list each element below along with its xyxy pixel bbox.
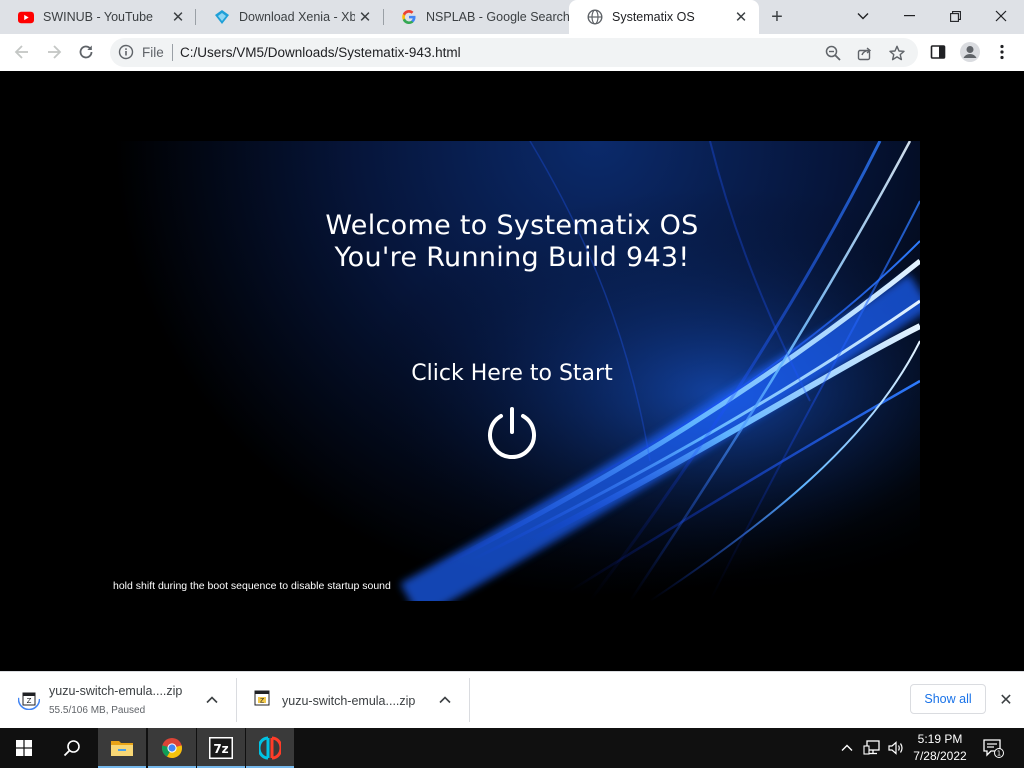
chevron-up-icon[interactable] — [204, 692, 220, 708]
svg-text:Z: Z — [27, 697, 32, 705]
tab-title: Systematix OS — [612, 10, 695, 24]
new-tab-button[interactable]: + — [765, 6, 789, 28]
profile-avatar-icon[interactable] — [956, 38, 984, 66]
start-icon[interactable] — [0, 728, 48, 768]
globe-icon — [587, 9, 603, 25]
notifications-icon[interactable]: 1 — [980, 728, 1006, 768]
url-text[interactable]: C:/Users/VM5/Downloads/Systematix-943.ht… — [180, 45, 461, 60]
tab-youtube[interactable]: SWINUB - YouTube ✕ — [0, 0, 196, 34]
address-bar[interactable]: File C:/Users/VM5/Downloads/Systematix-9… — [110, 38, 918, 67]
clock-time: 5:19 PM — [917, 732, 963, 746]
clock-date: 7/28/2022 — [913, 749, 967, 763]
side-panel-icon[interactable] — [924, 38, 952, 66]
youtube-icon — [18, 9, 34, 25]
download-item[interactable]: Z yuzu-switch-emula....zip — [237, 672, 469, 729]
browser-toolbar: File C:/Users/VM5/Downloads/Systematix-9… — [0, 34, 1024, 72]
browser-tab-strip: SWINUB - YouTube ✕ Download Xenia - Xbox… — [0, 0, 1024, 34]
restore-button[interactable] — [932, 0, 978, 32]
welcome-line-2: You're Running Build 943! — [334, 242, 690, 273]
tab-close-icon[interactable]: ✕ — [731, 7, 751, 27]
scheme-label: File — [142, 45, 164, 60]
google-icon — [401, 9, 417, 25]
download-item[interactable]: Z yuzu-switch-emula....zip 55.5/106 MB, … — [0, 672, 236, 729]
yuzu-icon[interactable] — [246, 728, 294, 768]
tab-systematix[interactable]: Systematix OS ✕ — [569, 0, 759, 34]
notification-count: 1 — [997, 750, 1001, 758]
minimize-button[interactable] — [886, 0, 932, 32]
chevron-up-icon[interactable] — [437, 692, 453, 708]
download-filename: yuzu-switch-emula....zip — [282, 694, 416, 708]
address-divider — [172, 44, 173, 61]
tab-title: NSPLAB - Google Search — [426, 10, 569, 24]
search-icon[interactable] — [48, 728, 96, 768]
download-bar: Z yuzu-switch-emula....zip 55.5/106 MB, … — [0, 671, 1024, 729]
zip-archive-icon: Z — [17, 687, 41, 711]
tab-close-icon[interactable]: ✕ — [355, 7, 375, 27]
7zip-icon[interactable]: 7z — [197, 728, 245, 768]
svg-text:Z: Z — [260, 698, 264, 705]
forward-button[interactable] — [40, 38, 68, 66]
tab-title: Download Xenia - Xbox — [239, 10, 355, 24]
close-window-button[interactable] — [978, 0, 1024, 32]
download-status: 55.5/106 MB, Paused — [49, 705, 146, 716]
welcome-heading: Welcome to Systematix OS You're Running … — [0, 210, 1024, 274]
tab-title: SWINUB - YouTube — [43, 10, 154, 24]
tray-chevron-up-icon[interactable] — [838, 728, 856, 768]
windows-taskbar: 7z 5:19 PM 7/28/2022 1 — [0, 728, 1024, 768]
close-icon[interactable]: ✕ — [996, 690, 1016, 710]
menu-kebab-icon[interactable] — [988, 38, 1016, 66]
network-icon[interactable] — [860, 728, 884, 768]
reload-button[interactable] — [72, 38, 100, 66]
xenia-icon — [214, 9, 230, 25]
chrome-icon[interactable] — [148, 728, 196, 768]
tab-close-icon[interactable]: ✕ — [168, 7, 188, 27]
tab-google[interactable]: NSPLAB - Google Search — [383, 0, 569, 34]
7zip-label: 7z — [213, 742, 228, 756]
info-icon[interactable] — [118, 44, 134, 60]
taskbar-clock[interactable]: 5:19 PM 7/28/2022 — [905, 731, 975, 765]
file-explorer-icon[interactable] — [98, 728, 146, 768]
share-icon[interactable] — [855, 43, 875, 63]
download-divider — [469, 678, 470, 722]
download-filename: yuzu-switch-emula....zip — [49, 684, 183, 698]
web-page: Welcome to Systematix OS You're Running … — [0, 71, 1024, 671]
welcome-line-1: Welcome to Systematix OS — [325, 210, 699, 241]
tab-xenia[interactable]: Download Xenia - Xbox ✕ — [196, 0, 383, 34]
start-link[interactable]: Click Here to Start — [0, 361, 1024, 386]
show-all-button[interactable]: Show all — [910, 684, 986, 714]
startup-sound-hint: hold shift during the boot sequence to d… — [113, 580, 391, 592]
tab-search-chevron-icon[interactable] — [840, 0, 886, 32]
zip-archive-icon: Z — [252, 688, 274, 710]
zoom-icon[interactable] — [823, 43, 843, 63]
back-button[interactable] — [8, 38, 36, 66]
bookmark-star-icon[interactable] — [887, 43, 907, 63]
power-icon[interactable] — [483, 404, 541, 462]
